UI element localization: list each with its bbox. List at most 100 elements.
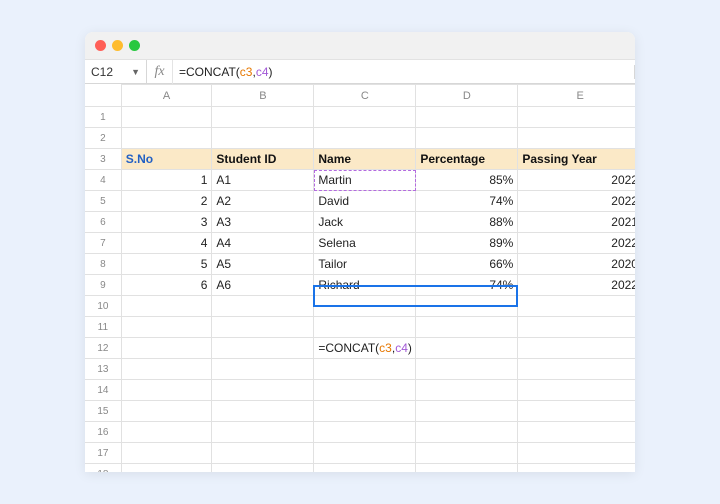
cell-C10[interactable] [314,296,416,317]
cell-A10[interactable] [121,296,212,317]
cell-A7[interactable]: 4 [121,233,212,254]
cell-E11[interactable] [518,317,635,338]
cell-A11[interactable] [121,317,212,338]
row-header-10[interactable]: 10 [85,296,121,317]
cell-A17[interactable] [121,443,212,464]
formula-input[interactable]: =CONCAT(c3,c4) [173,65,635,79]
cell-D11[interactable] [416,317,518,338]
cell-D8[interactable]: 66% [416,254,518,275]
name-box-dropdown-icon[interactable]: ▼ [131,67,140,77]
cell-E10[interactable] [518,296,635,317]
cell-D12[interactable] [416,338,518,359]
name-box[interactable]: C12 ▼ [85,60,147,84]
cell-B7[interactable]: A4 [212,233,314,254]
cell-D5[interactable]: 74% [416,191,518,212]
row-header-14[interactable]: 14 [85,380,121,401]
cell-B8[interactable]: A5 [212,254,314,275]
cell-A4[interactable]: 1 [121,170,212,191]
cell-D4[interactable]: 85% [416,170,518,191]
cell-B1[interactable] [212,107,314,128]
cell-A14[interactable] [121,380,212,401]
cell-E16[interactable] [518,422,635,443]
cell-A2[interactable] [121,128,212,149]
minimize-icon[interactable] [112,40,123,51]
cell-B3[interactable]: Student ID [212,149,314,170]
fx-icon[interactable]: fx [147,60,173,84]
cell-A5[interactable]: 2 [121,191,212,212]
cell-C9[interactable]: Richard [314,275,416,296]
row-header-12[interactable]: 12 [85,338,121,359]
row-header-17[interactable]: 17 [85,443,121,464]
row-header-8[interactable]: 8 [85,254,121,275]
cell-D16[interactable] [416,422,518,443]
cell-C11[interactable] [314,317,416,338]
cell-D14[interactable] [416,380,518,401]
cell-E6[interactable]: 2021 [518,212,635,233]
cell-C7[interactable]: Selena [314,233,416,254]
cell-D6[interactable]: 88% [416,212,518,233]
cell-A12[interactable] [121,338,212,359]
cell-B11[interactable] [212,317,314,338]
column-header-A[interactable]: A [121,85,212,107]
cell-A1[interactable] [121,107,212,128]
row-header-18[interactable]: 18 [85,464,121,473]
row-header-4[interactable]: 4 [85,170,121,191]
cell-C18[interactable] [314,464,416,473]
cell-C2[interactable] [314,128,416,149]
cell-B13[interactable] [212,359,314,380]
cell-B5[interactable]: A2 [212,191,314,212]
cell-A6[interactable]: 3 [121,212,212,233]
column-header-E[interactable]: E [518,85,635,107]
row-header-13[interactable]: 13 [85,359,121,380]
maximize-icon[interactable] [129,40,140,51]
cell-C15[interactable] [314,401,416,422]
cell-C16[interactable] [314,422,416,443]
cell-E9[interactable]: 2022 [518,275,635,296]
spreadsheet-grid[interactable]: ABCDE123S.NoStudent IDNamePercentagePass… [85,84,635,472]
row-header-11[interactable]: 11 [85,317,121,338]
cell-C4[interactable]: Martin [314,170,416,191]
cell-B6[interactable]: A3 [212,212,314,233]
cell-E2[interactable] [518,128,635,149]
cell-A13[interactable] [121,359,212,380]
cell-B15[interactable] [212,401,314,422]
cell-B16[interactable] [212,422,314,443]
row-header-7[interactable]: 7 [85,233,121,254]
row-header-1[interactable]: 1 [85,107,121,128]
row-header-6[interactable]: 6 [85,212,121,233]
cell-C3[interactable]: Name [314,149,416,170]
cell-D1[interactable] [416,107,518,128]
close-icon[interactable] [95,40,106,51]
cell-B14[interactable] [212,380,314,401]
cell-A15[interactable] [121,401,212,422]
row-header-9[interactable]: 9 [85,275,121,296]
column-header-B[interactable]: B [212,85,314,107]
row-header-16[interactable]: 16 [85,422,121,443]
cell-B18[interactable] [212,464,314,473]
cell-C6[interactable]: Jack [314,212,416,233]
cell-C13[interactable] [314,359,416,380]
cell-B12[interactable] [212,338,314,359]
cell-E13[interactable] [518,359,635,380]
cell-B4[interactable]: A1 [212,170,314,191]
cell-A9[interactable]: 6 [121,275,212,296]
cell-A18[interactable] [121,464,212,473]
column-header-C[interactable]: C [314,85,416,107]
cell-A3[interactable]: S.No [121,149,212,170]
cell-A16[interactable] [121,422,212,443]
cell-E18[interactable] [518,464,635,473]
cell-C1[interactable] [314,107,416,128]
active-cell-formula[interactable]: =CONCAT(c3,c4) [318,341,412,355]
cell-E1[interactable] [518,107,635,128]
cell-B10[interactable] [212,296,314,317]
cell-A8[interactable]: 5 [121,254,212,275]
cell-B17[interactable] [212,443,314,464]
cell-E15[interactable] [518,401,635,422]
row-header-15[interactable]: 15 [85,401,121,422]
cell-E17[interactable] [518,443,635,464]
cell-B2[interactable] [212,128,314,149]
row-header-3[interactable]: 3 [85,149,121,170]
cell-D15[interactable] [416,401,518,422]
column-header-D[interactable]: D [416,85,518,107]
row-header-2[interactable]: 2 [85,128,121,149]
